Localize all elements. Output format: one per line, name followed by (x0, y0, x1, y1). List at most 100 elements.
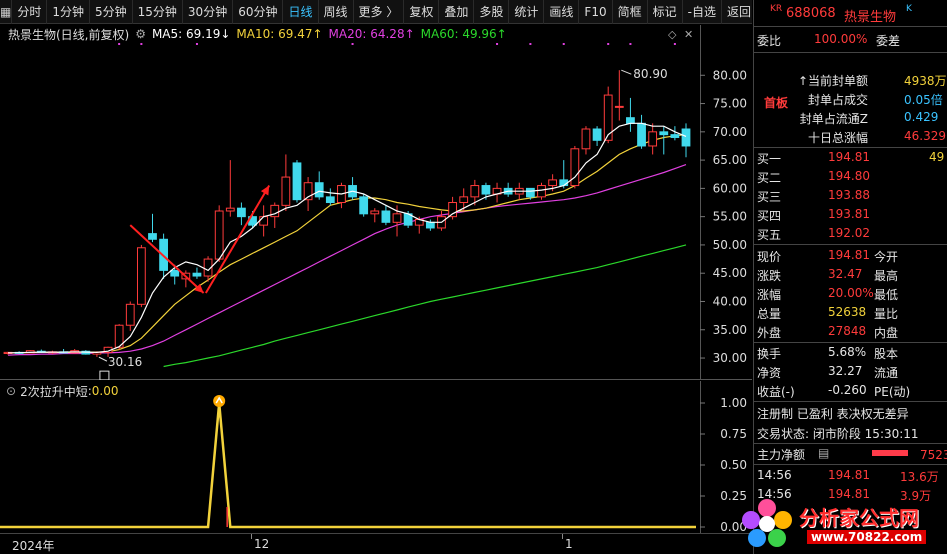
buy-row: 买三 193.88 (754, 186, 947, 205)
signal-dot (496, 43, 499, 45)
seal-label: 封单占流通Z (799, 112, 868, 126)
toolbar-item-10[interactable]: 叠加 (439, 0, 475, 24)
quote-row: 总量 52638 量比 (754, 303, 947, 322)
y-tick-label: 80.00 (713, 68, 747, 82)
seal-value: 0.05倍 (904, 93, 943, 107)
ma5-label: MA5: 69.19↓ (151, 27, 231, 41)
buy-row: 买五 192.02 (754, 224, 947, 243)
toolbar-item-6[interactable]: 日线 (283, 0, 319, 24)
indicator-y-tick-label: 0.75 (720, 427, 747, 441)
period-toolbar: ▦ 分时 1分钟 5分钟 15分钟 30分钟 60分钟 日线 周线 更多 〉复权 叠加 多股 统计 画线 F… (0, 0, 757, 24)
stat-value: -0.260 (828, 383, 867, 397)
kr-badge: KR (770, 4, 783, 14)
quote-value: 27848 (828, 324, 867, 338)
toolbar-item-17[interactable]: -自选 (683, 0, 722, 24)
toolbar-item-16[interactable]: 标记 (648, 0, 683, 24)
quote-panel: KR 688068 热景生物 K 委比 100.00% 委差 首板 注册制 已盈… (753, 0, 947, 554)
y-tick-label: 50.00 (713, 238, 747, 252)
y-tick-label: 75.00 (713, 97, 747, 111)
grid-icon[interactable]: ▦ (0, 0, 13, 24)
toolbar-item-13[interactable]: 画线 (544, 0, 580, 24)
diamond-icon[interactable]: ◇ (668, 28, 676, 41)
stock-name: 热景生物 (844, 10, 897, 25)
toolbar-item-14[interactable]: F10 (579, 0, 613, 24)
y-tick-label: 45.00 (713, 266, 747, 280)
buy-volume: 49 (929, 150, 945, 164)
tags-row: 注册制 已盈利 表决权无差异 (754, 403, 947, 422)
x-tick-mark (562, 534, 563, 539)
ma60-label: MA60: 49.96↑ (420, 27, 507, 41)
settings-icon[interactable]: ⚙ (135, 27, 146, 41)
indicator-chart[interactable]: 1.000.750.500.250.00 (0, 381, 752, 533)
quote-row: 现价 194.81 今开 (754, 246, 947, 265)
toolbar-item-12[interactable]: 统计 (509, 0, 545, 24)
y-tick-label: 40.00 (713, 294, 747, 308)
quote-label: 外盘 (757, 326, 782, 340)
seal-label: ↑当前封单额 (797, 74, 868, 88)
tick-volume: 13.6万 (900, 470, 939, 484)
y-tick-label: 65.00 (713, 153, 747, 167)
signal-peak-icon (213, 395, 226, 407)
buy-price: 193.81 (828, 207, 870, 221)
quote-row: 外盘 27848 内盘 (754, 322, 947, 341)
y-tick-label: 55.00 (713, 210, 747, 224)
toolbar-item-2[interactable]: 5分钟 (90, 0, 133, 24)
buy-label: 买一 (757, 152, 782, 166)
seal-row: 十日总涨幅 46.329 (754, 127, 947, 146)
stock-title: KR 688068 热景生物 K (754, 4, 947, 25)
signal-dot (118, 43, 121, 45)
watermark-name: 分析家公式网 (799, 506, 919, 530)
buy-row: 买四 193.81 (754, 205, 947, 224)
buy-price: 194.81 (828, 150, 870, 164)
quote-label-2: 最低 (874, 288, 899, 302)
toolbar-item-9[interactable]: 复权 (404, 0, 440, 24)
toolbar-item-8[interactable]: 更多 〉 (354, 0, 405, 24)
toolbar-item-7[interactable]: 周线 (319, 0, 354, 24)
toolbar-item-18[interactable]: 返回 (722, 0, 757, 24)
main-flow-label: 主力净额 (757, 448, 806, 462)
indicator-y-tick-label: 1.00 (720, 396, 747, 410)
buy-price: 194.80 (828, 169, 870, 183)
indicator-header: ⊙ 2次拉升中短 : 0.00 (0, 382, 118, 400)
candle (537, 182, 546, 200)
buy-price: 193.88 (828, 188, 870, 202)
quote-label: 涨跌 (757, 269, 782, 283)
ma20-label: MA20: 64.28↑ (328, 27, 415, 41)
toolbar-item-5[interactable]: 60分钟 (233, 0, 284, 24)
main-flow-value: 7523万 (920, 448, 947, 462)
candle (292, 160, 302, 203)
tags: 注册制 已盈利 表决权无差异 (757, 407, 909, 421)
weibi-label: 委比 (757, 34, 782, 48)
toolbar-item-0[interactable]: 分时 (12, 0, 48, 24)
toolbar-item-15[interactable]: 简框 (613, 0, 648, 24)
watermark-logo: 分析家公式网 www.70822.com (737, 494, 947, 554)
ma10-label: MA10: 69.47↑ (236, 27, 323, 41)
indicator-y-tick-label: 0.50 (720, 458, 747, 472)
toolbar-item-4[interactable]: 30分钟 (183, 0, 234, 24)
quote-value: 194.81 (828, 248, 870, 262)
seal-row: 封单占流通Z 0.429 (754, 108, 947, 127)
quote-label-2: 今开 (874, 250, 899, 264)
y-tick-label: 35.00 (713, 323, 747, 337)
menu-icon[interactable]: ▤ (818, 446, 829, 460)
x-tick-label: 2024年 (12, 539, 55, 553)
collapse-icon[interactable]: ⊙ (6, 384, 16, 398)
close-icon[interactable]: ✕ (684, 28, 693, 41)
quote-label-2: 量比 (874, 307, 899, 321)
seal-value: 4938万 (904, 74, 947, 88)
candlestick-chart[interactable]: 80.00 75.00 70.00 65.00 60.00 55.00 50.00 45.00… (0, 25, 752, 380)
weibi-value: 100.00% (814, 32, 868, 46)
low-label: 30.16 (108, 355, 142, 369)
stat-label: 换手 (757, 347, 782, 361)
stat-label-2: PE(动) (874, 385, 911, 399)
toolbar-item-11[interactable]: 多股 (474, 0, 510, 24)
candle (570, 145, 580, 189)
signal-dot (351, 43, 354, 45)
x-axis: 2024年 12 1 (0, 533, 752, 554)
candle (114, 324, 124, 350)
indicator-bg (0, 381, 752, 533)
x-tick-label: 12 (254, 537, 270, 551)
toolbar-item-3[interactable]: 15分钟 (133, 0, 183, 24)
toolbar-item-1[interactable]: 1分钟 (47, 0, 90, 24)
seal-row: 封单占成交 0.05倍 (754, 89, 947, 108)
